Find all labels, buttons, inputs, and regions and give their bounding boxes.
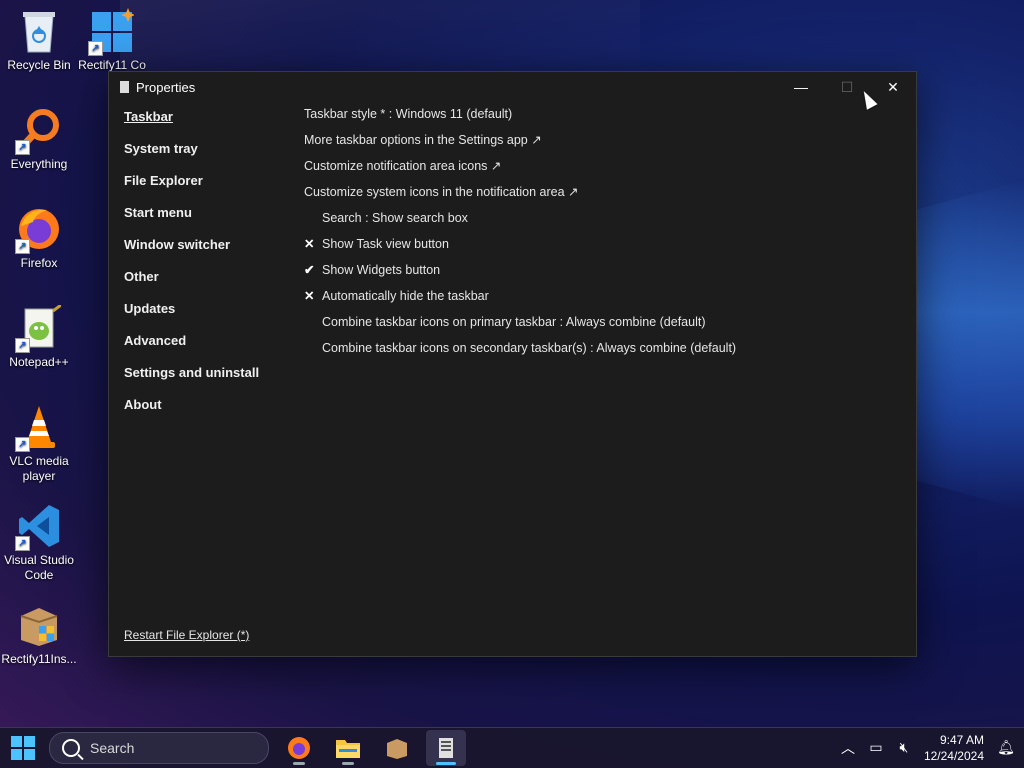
properties-window: Properties — ☐ ✕ Taskbar System tray Fil…: [108, 71, 917, 657]
desktop-icon-firefox[interactable]: ↗ Firefox: [0, 206, 79, 271]
desktop-icon-notepadpp[interactable]: ↗ Notepad++: [0, 303, 79, 370]
setting-combine-primary[interactable]: Combine taskbar icons on primary taskbar…: [304, 313, 736, 339]
volume-muted-icon[interactable]: 🔇︎: [890, 740, 918, 756]
running-indicator: [342, 762, 354, 765]
checkmark-slot: [304, 313, 322, 339]
wallpaper-glow: [904, 180, 1024, 510]
notepadpp-icon: ↗: [15, 303, 62, 353]
network-icon[interactable]: ▭: [862, 740, 890, 756]
shortcut-arrow-icon: ↗: [88, 41, 103, 56]
cross-mark-icon: ✕: [304, 289, 315, 303]
cross-mark-icon: ✕: [304, 237, 315, 251]
shortcut-arrow-icon: ↗: [15, 338, 30, 353]
sidebar-item-updates[interactable]: Updates: [124, 300, 259, 332]
running-indicator: [293, 762, 305, 765]
desktop-icon-vscode[interactable]: ↗ Visual Studio Code: [0, 503, 79, 583]
shortcut-arrow-icon: ↗: [15, 536, 30, 551]
vlc-cone-icon: ↗: [15, 404, 61, 452]
taskbar-file-explorer[interactable]: [328, 730, 368, 766]
setting-taskbar-style[interactable]: Taskbar style * : Windows 11 (default): [304, 105, 736, 131]
desktop-icon-label: Everything: [10, 157, 68, 171]
active-indicator: [436, 762, 456, 765]
document-icon: [439, 738, 453, 758]
setting-notification-area-icons-link[interactable]: Customize notification area icons ↗: [304, 157, 736, 183]
desktop-icon-label: Rectify11Ins...: [1, 652, 77, 666]
desktop-icon-label: Visual Studio Code: [4, 553, 74, 582]
firefox-icon: ↗: [15, 206, 61, 254]
window-title: Properties: [136, 79, 196, 95]
setting-auto-hide-taskbar[interactable]: ✕ Automatically hide the taskbar: [304, 287, 736, 313]
installer-box-icon: [387, 739, 407, 759]
sidebar-item-advanced[interactable]: Advanced: [124, 332, 259, 364]
taskbar-search-box[interactable]: Search: [49, 732, 269, 764]
desktop-icon-label: VLC media player: [9, 454, 69, 483]
desktop-icon-recycle-bin[interactable]: Recycle Bin: [0, 8, 79, 73]
shortcut-arrow-icon: ↗: [15, 140, 30, 155]
notification-bell-icon[interactable]: 🔔︎: [992, 740, 1020, 756]
setting-widgets-button[interactable]: ✔ Show Widgets button: [304, 261, 736, 287]
firefox-icon: [288, 737, 310, 759]
clock-time: 9:47 AM: [939, 733, 984, 747]
sidebar-item-other[interactable]: Other: [124, 268, 259, 300]
window-titlebar[interactable]: Properties — ☐ ✕: [109, 72, 916, 102]
system-tray: ︿ ▭ 🔇︎ 9:47 AM 12/24/2024 🔔︎: [834, 728, 1024, 768]
checkmark-slot: [304, 209, 322, 235]
desktop-icon-rectify11-installer[interactable]: Rectify11Ins...: [0, 602, 79, 667]
vscode-icon: ↗: [15, 503, 61, 551]
setting-combine-secondary[interactable]: Combine taskbar icons on secondary taskb…: [304, 339, 736, 365]
shortcut-arrow-icon: ↗: [15, 239, 30, 254]
start-button[interactable]: [11, 736, 35, 760]
sidebar-item-settings-uninstall[interactable]: Settings and uninstall: [124, 364, 259, 396]
sidebar-nav: Taskbar System tray File Explorer Start …: [124, 108, 259, 428]
sidebar-item-start-menu[interactable]: Start menu: [124, 204, 259, 236]
clock-date: 12/24/2024: [923, 749, 984, 763]
wallpaper-beam: [120, 0, 640, 80]
everything-magnifier-icon: ↗: [15, 107, 61, 155]
taskbar-installer[interactable]: [377, 730, 417, 766]
sidebar-item-file-explorer[interactable]: File Explorer: [124, 172, 259, 204]
setting-search[interactable]: Search : Show search box: [304, 209, 736, 235]
sidebar-item-system-tray[interactable]: System tray: [124, 140, 259, 172]
settings-list: Taskbar style * : Windows 11 (default) M…: [304, 105, 736, 365]
sidebar-item-taskbar[interactable]: Taskbar: [124, 108, 259, 140]
sidebar-item-window-switcher[interactable]: Window switcher: [124, 236, 259, 268]
minimize-button[interactable]: —: [778, 72, 824, 102]
check-mark-icon: ✔: [304, 263, 315, 277]
clock[interactable]: 9:47 AM 12/24/2024: [924, 732, 984, 764]
checkmark-slot: [304, 339, 322, 365]
search-icon: [62, 739, 80, 757]
windows-logo-icon: [11, 736, 22, 747]
document-icon: [120, 81, 129, 93]
close-button[interactable]: ✕: [870, 72, 916, 102]
desktop-icon-label: Recycle Bin: [7, 58, 71, 72]
taskbar-firefox[interactable]: [279, 730, 319, 766]
setting-system-icons-link[interactable]: Customize system icons in the notificati…: [304, 183, 736, 209]
setting-task-view-button[interactable]: ✕ Show Task view button: [304, 235, 736, 261]
desktop-icon-label: Notepad++: [9, 355, 69, 369]
setting-more-taskbar-options-link[interactable]: More taskbar options in the Settings app…: [304, 131, 736, 157]
search-placeholder: Search: [90, 740, 135, 756]
desktop-icon-everything[interactable]: ↗ Everything: [0, 107, 79, 172]
desktop-icon-label: Firefox: [20, 256, 58, 270]
recycle-bin-icon: [17, 8, 61, 54]
windows-logo-icon: ↗: [88, 8, 135, 56]
chevron-up-icon[interactable]: ︿: [834, 738, 862, 758]
desktop-icon-vlc[interactable]: ↗ VLC media player: [0, 404, 79, 484]
installer-box-icon: [17, 602, 61, 648]
restart-file-explorer-link[interactable]: Restart File Explorer (*): [124, 628, 249, 642]
taskbar-properties[interactable]: [426, 730, 466, 766]
taskbar: Search ︿ ▭ 🔇︎ 9:47 AM 12/24/2024 🔔︎: [0, 727, 1024, 768]
folder-icon: [336, 740, 360, 758]
shortcut-arrow-icon: ↗: [15, 437, 30, 452]
sidebar-item-about[interactable]: About: [124, 396, 259, 428]
